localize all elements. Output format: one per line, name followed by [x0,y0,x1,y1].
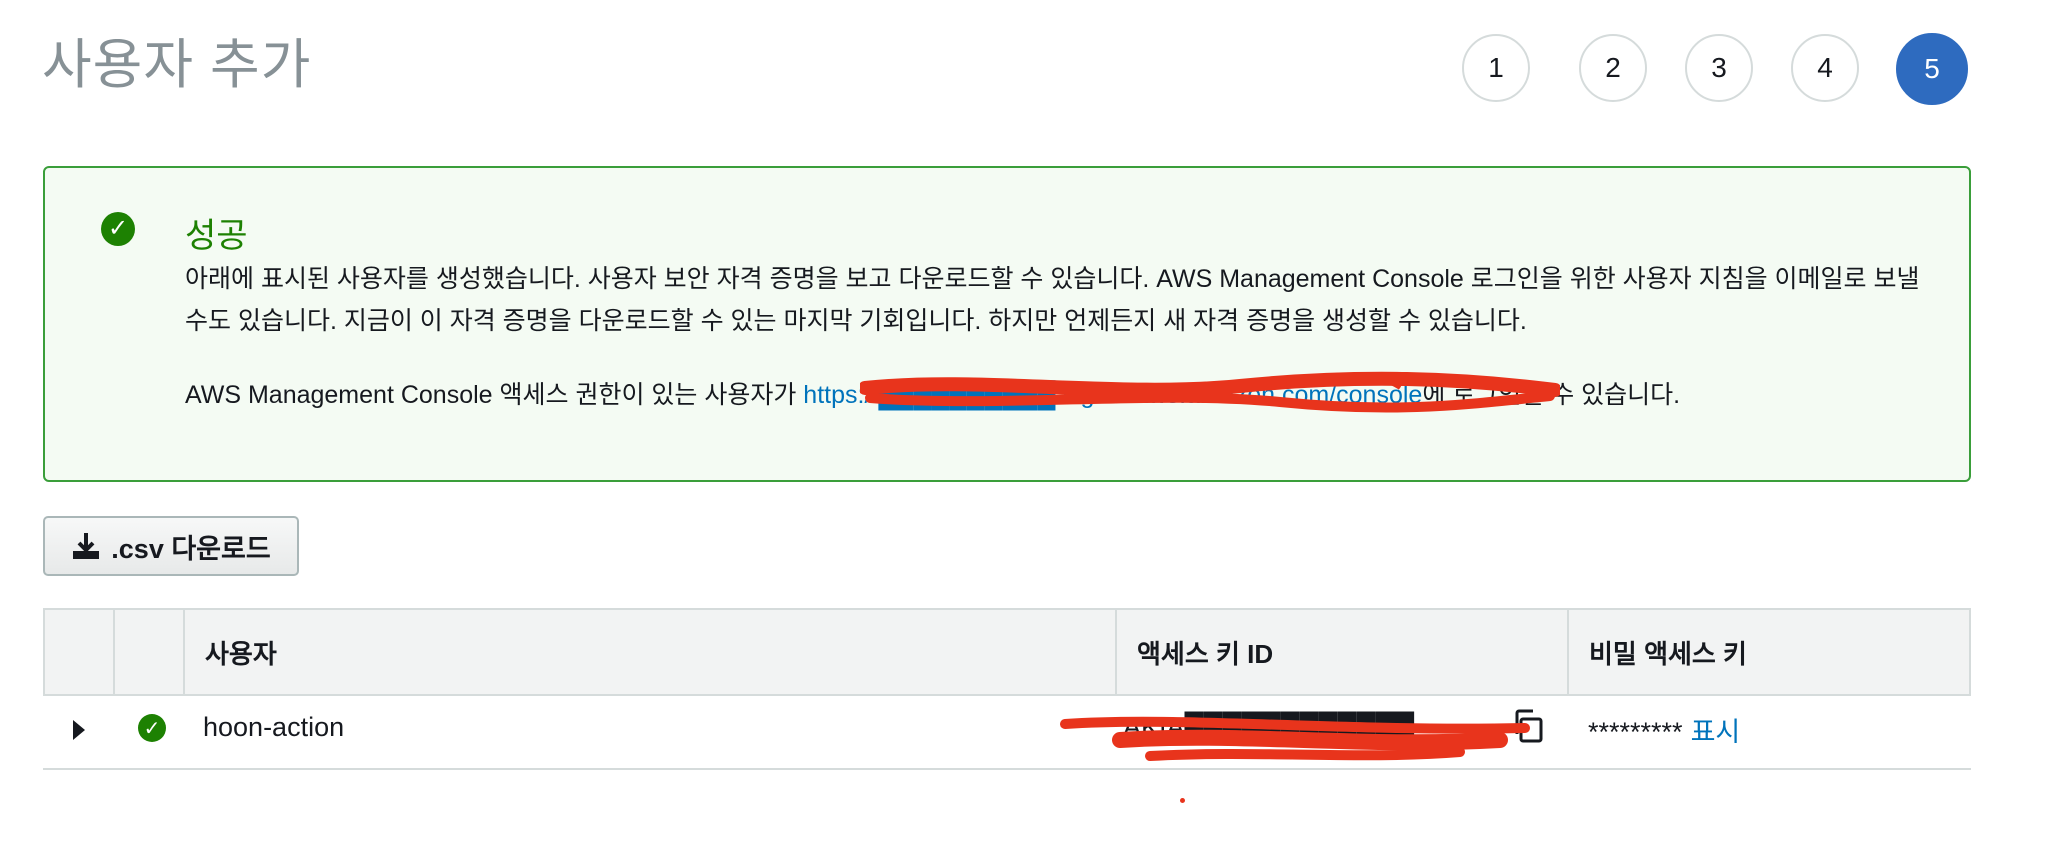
success-check-icon: ✓ [138,714,166,742]
redaction-scribble-key [1060,716,1530,761]
expand-row-icon[interactable] [73,720,85,740]
success-alert: ✓ 성공 아래에 표시된 사용자를 생성했습니다. 사용자 보안 자격 증명을 … [43,166,1971,482]
download-icon [73,533,100,559]
step-2[interactable]: 2 [1579,34,1647,102]
check-circle-icon: ✓ [101,212,135,246]
page-title: 사용자 추가 [42,35,312,95]
alert-title: 성공 [185,217,248,255]
csv-download-button[interactable]: .csv 다운로드 [43,516,299,576]
redaction-dot [1180,798,1185,803]
column-header-secret-key[interactable]: 비밀 액세스 키 [1569,610,1747,694]
user-name: hoon-action [203,712,345,742]
csv-download-label: .csv 다운로드 [111,533,271,564]
show-secret-link[interactable]: 표시 [1691,717,1741,747]
secret-key-masked: ********* [1588,717,1683,747]
step-5[interactable]: 5 [1896,33,1968,105]
step-3[interactable]: 3 [1685,34,1753,102]
users-table: 사용자 액세스 키 ID 비밀 액세스 키 ✓ hoon-action AKIA… [43,608,1971,770]
secret-key-cell: ********* 표시 [1588,710,1740,749]
alert-message: 아래에 표시된 사용자를 생성했습니다. 사용자 보안 자격 증명을 보고 다운… [185,265,1920,335]
table-header: 사용자 액세스 키 ID 비밀 액세스 키 [43,608,1971,696]
column-header-access-key-id[interactable]: 액세스 키 ID [1117,610,1273,694]
redaction-scribble [860,371,1560,413]
step-1[interactable]: 1 [1462,34,1530,102]
step-4[interactable]: 4 [1791,34,1859,102]
table-row: ✓ hoon-action AKIA████████████ *********… [43,696,1971,770]
column-header-user[interactable]: 사용자 [185,610,277,694]
login-prefix: AWS Management Console 액세스 권한이 있는 사용자가 [185,381,804,409]
